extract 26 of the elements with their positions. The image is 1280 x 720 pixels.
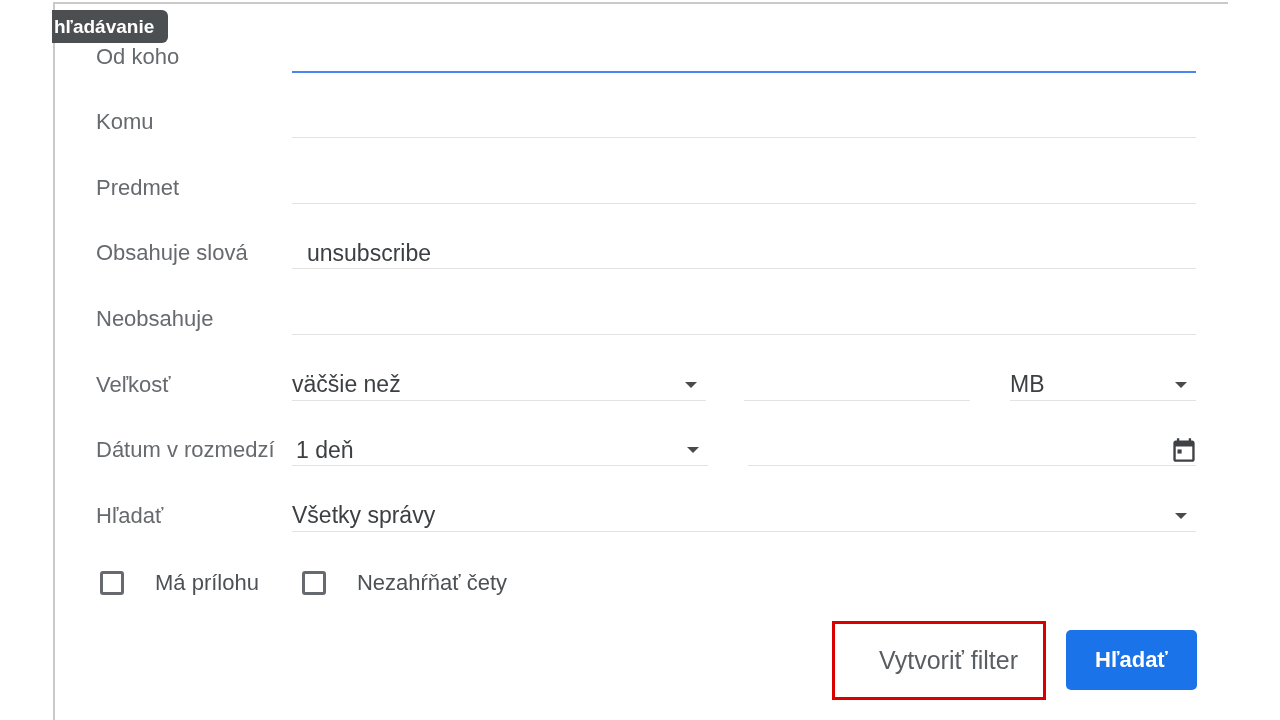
caret-icon	[685, 381, 697, 388]
checkbox[interactable]	[100, 570, 124, 595]
field-label: Od koho	[96, 44, 181, 71]
field-label: Neobsahuje	[96, 306, 215, 333]
caret-icon	[1175, 512, 1187, 519]
create-filter-button[interactable]: Vytvoriť filter	[854, 630, 1042, 691]
dropdown[interactable]: väčšie než	[292, 369, 706, 401]
checkbox-label: Má prílohu	[155, 569, 259, 596]
field-label: Predmet	[96, 175, 181, 202]
field-label: Komu	[96, 110, 155, 137]
caret-icon	[687, 447, 699, 454]
field-label: Obsahuje slová	[96, 241, 249, 268]
dropdown[interactable]: MB	[1010, 369, 1196, 401]
search-button[interactable]: Hľadať	[1066, 630, 1197, 691]
dropdown[interactable]: Všetky správy	[292, 500, 1196, 532]
dropdown[interactable]: 1 deň	[292, 435, 708, 467]
field-label: Hľadať	[96, 503, 165, 530]
field-label: Dátum v rozmedzí	[96, 438, 276, 465]
caret-icon	[1175, 381, 1187, 388]
input-field[interactable]: unsubscribe	[292, 238, 1196, 270]
checkbox-label: Nezahŕňať čety	[356, 569, 508, 596]
calendar-icon[interactable]	[1172, 437, 1196, 464]
date-field[interactable]	[748, 435, 1196, 467]
checkbox[interactable]	[301, 570, 326, 595]
tooltip: hľadávanie	[52, 10, 169, 43]
field-label: Veľkosť	[96, 372, 172, 399]
